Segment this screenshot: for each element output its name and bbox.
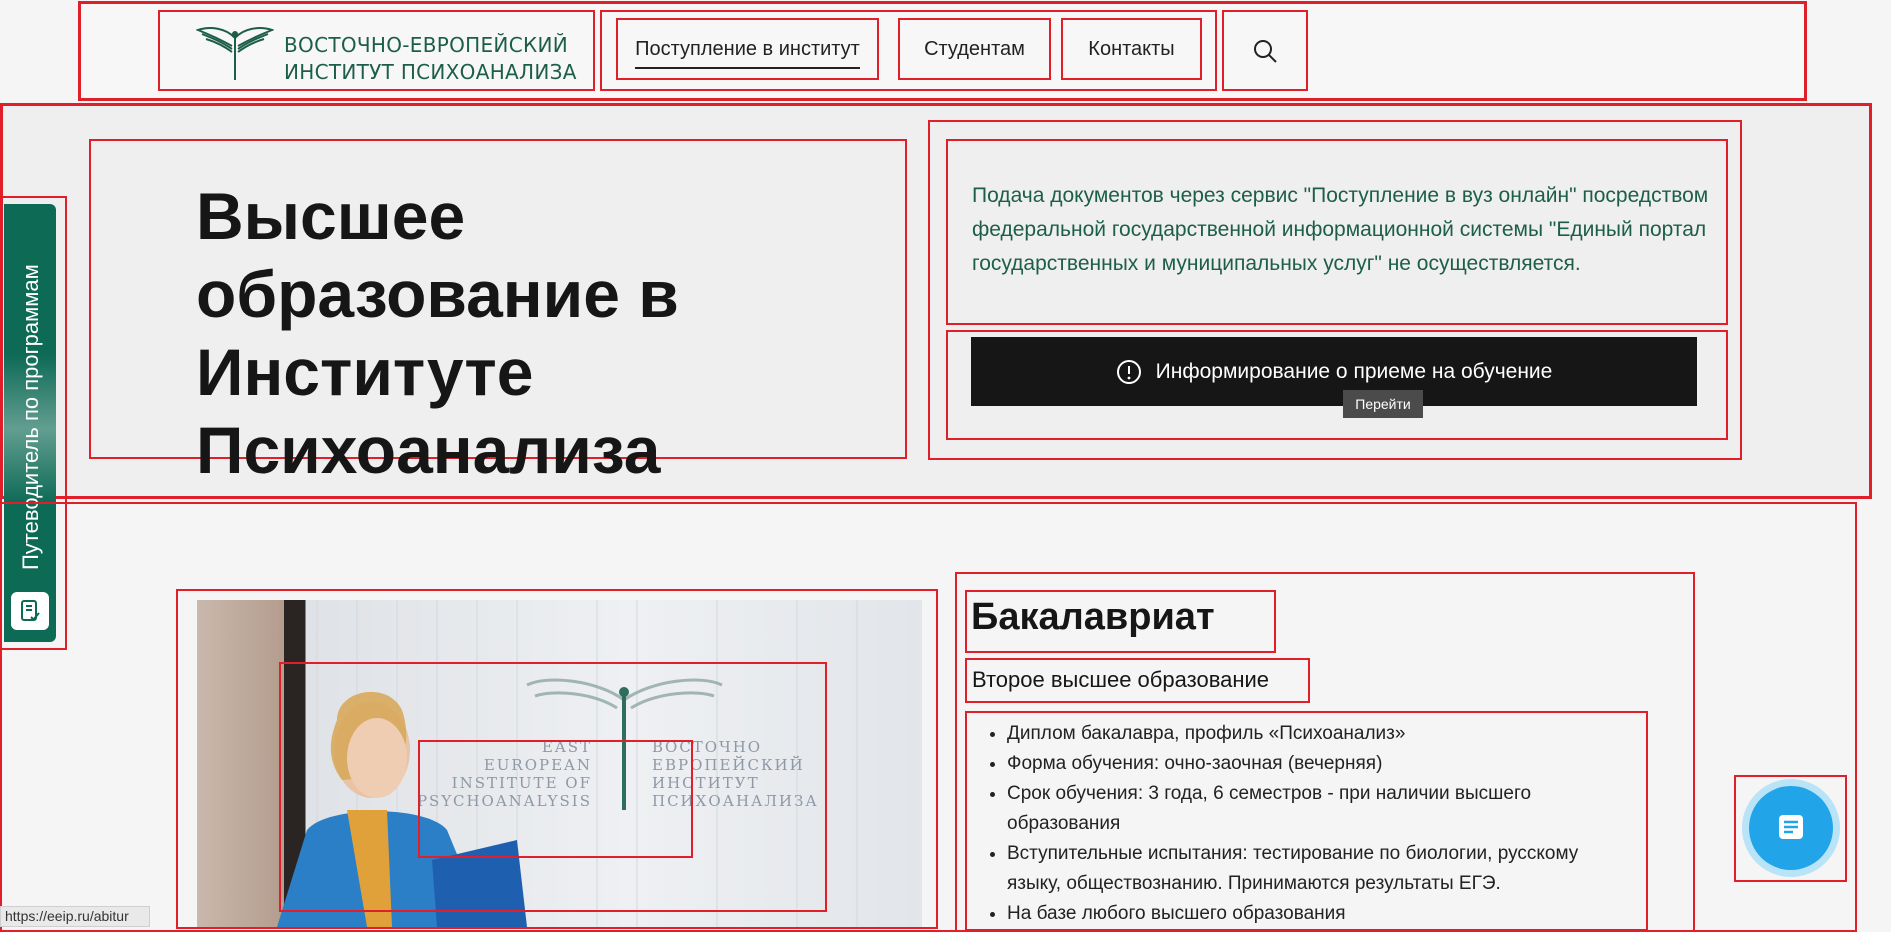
tooltip: Перейти — [1343, 390, 1423, 418]
site-logo[interactable]: ВОСТОЧНО-ЕВРОПЕЙСКИЙ ИНСТИТУТ ПСИХОАНАЛИ… — [158, 10, 595, 91]
program-subtitle-container: Второе высшее образование — [965, 658, 1310, 703]
list-item: Форма обучения: очно-заочная (вечерняя) — [1007, 749, 1637, 779]
logo-mark-icon — [196, 27, 274, 80]
alert-circle-icon — [1116, 359, 1141, 384]
admission-info-button-label: Информирование о приеме на обучение — [1155, 359, 1553, 383]
list-item: Диплом бакалавра, профиль «Психоанализ» — [1007, 719, 1637, 749]
list-item: На базе любого высшего образования — [1007, 899, 1637, 929]
chat-icon — [1779, 815, 1803, 839]
notice-container: Подача документов через сервис "Поступле… — [946, 139, 1728, 325]
nav-item-admission[interactable]: Поступление в институт — [616, 18, 879, 80]
nav-item-label: Студентам — [924, 37, 1025, 60]
list-item: Срок обучения: 3 года, 6 семестров - при… — [1007, 779, 1637, 839]
nav-item-contacts[interactable]: Контакты — [1061, 18, 1202, 80]
notice-text: Подача документов через сервис "Поступле… — [972, 184, 1709, 275]
nav-item-label: Поступление в институт — [635, 38, 860, 69]
program-title-container: Бакалавриат — [965, 590, 1276, 653]
program-subtitle: Второе высшее образование — [972, 667, 1270, 692]
logo-line-2: ИНСТИТУТ ПСИХОАНАЛИЗА — [284, 60, 577, 84]
nav-item-students[interactable]: Студентам — [898, 18, 1051, 80]
logo-line-1: ВОСТОЧНО-ЕВРОПЕЙСКИЙ — [284, 33, 568, 57]
status-bar-url: https://eeip.ru/abitur — [0, 906, 150, 927]
list-item: Вступительные испытания: тестирование по… — [1007, 839, 1637, 899]
search-icon — [1254, 39, 1277, 63]
logo-text: ВОСТОЧНО-ЕВРОПЕЙСКИЙ ИНСТИТУТ ПСИХОАНАЛИ… — [284, 32, 577, 86]
nav-item-label: Контакты — [1088, 37, 1175, 60]
program-title: Бакалавриат — [971, 596, 1215, 638]
chat-button[interactable] — [1749, 786, 1833, 870]
hero-title-container: Высшее образование в Институте Психоанал… — [89, 139, 907, 487]
search-button[interactable] — [1222, 10, 1308, 91]
hero-title: Высшее образование в Институте Психоанал… — [196, 179, 679, 487]
program-details-list: Диплом бакалавра, профиль «Психоанализ» … — [971, 719, 1637, 929]
admission-info-button[interactable]: Информирование о приеме на обучение — [971, 337, 1697, 406]
program-details-container: Диплом бакалавра, профиль «Психоанализ» … — [965, 711, 1648, 931]
photo-sign-frame — [418, 740, 693, 858]
